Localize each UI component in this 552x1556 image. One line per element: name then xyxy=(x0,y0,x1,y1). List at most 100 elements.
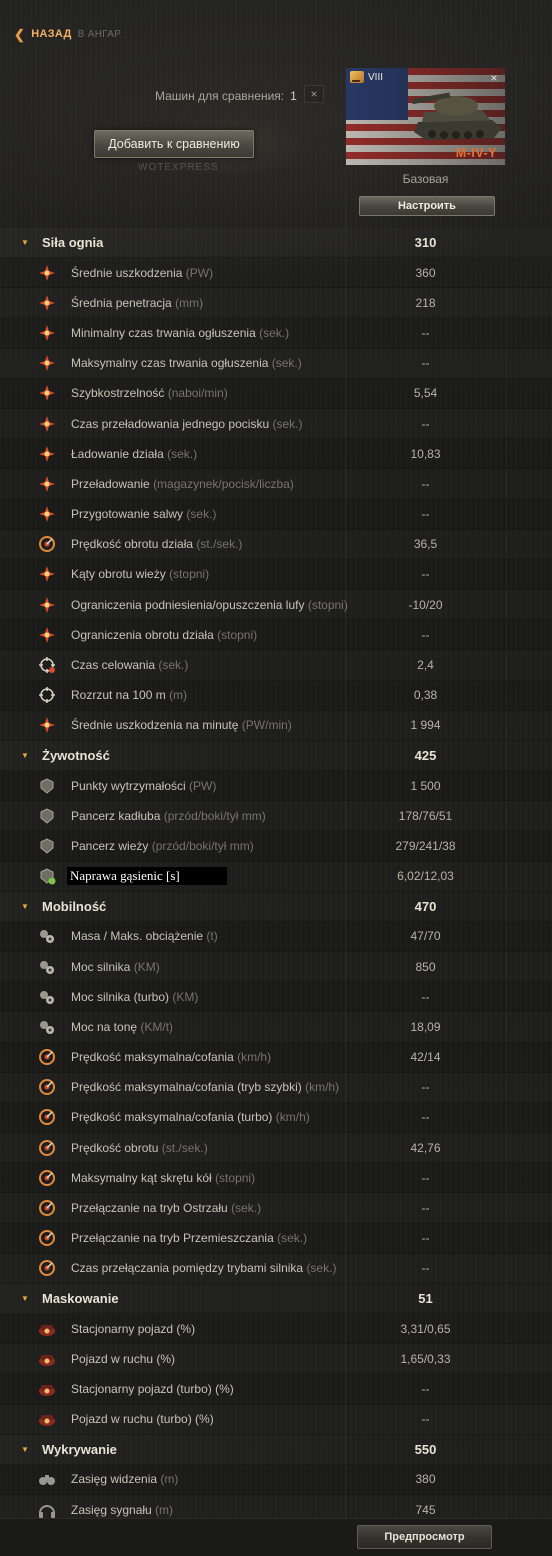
section-header-0[interactable]: ▼ Siła ognia 310 xyxy=(0,228,552,258)
stat-value: 0,38 xyxy=(413,688,438,703)
stat-label-text: Ograniczenia obrotu działa xyxy=(71,627,214,642)
back-label: НАЗАД xyxy=(31,28,72,40)
collapse-arrow-icon[interactable]: ▼ xyxy=(21,1294,29,1303)
magazine-icon xyxy=(36,474,58,494)
stat-unit: (sek.) xyxy=(277,1231,308,1246)
stat-value: 47/70 xyxy=(410,929,441,944)
rate-of-fire-icon xyxy=(36,383,58,403)
elevation-icon xyxy=(36,595,58,615)
collapse-arrow-icon[interactable]: ▼ xyxy=(21,902,29,911)
stat-value: 1 994 xyxy=(410,718,441,733)
stat-unit: (PW) xyxy=(189,778,217,793)
stat-label-text: Zasięg sygnału xyxy=(71,1502,152,1517)
stat-unit: (stopni) xyxy=(307,597,348,612)
vehicle-config: Базовая xyxy=(402,172,449,186)
stat-label: Masa / Maks. obciążenie (t) xyxy=(71,929,218,943)
stat-label-text: Prędkość maksymalna/cofania xyxy=(71,1050,234,1065)
stat-value: -- xyxy=(421,1080,430,1095)
speed-fast-icon xyxy=(36,1077,58,1097)
add-to-compare-button[interactable]: Добавить к сравнению xyxy=(94,130,254,158)
setup-button[interactable]: Настроить xyxy=(359,196,495,216)
speed-icon xyxy=(36,1047,58,1067)
stat-label: Średnie uszkodzenia na minutę (PW/min) xyxy=(71,718,292,732)
section-score: 550 xyxy=(414,1441,437,1457)
stat-label: Szybkostrzelność (naboi/min) xyxy=(71,386,228,400)
section-name: Maskowanie xyxy=(42,1291,119,1306)
stat-label-text: Kąty obrotu wieży xyxy=(71,567,166,582)
stat-unit: (sek.) xyxy=(306,1261,337,1276)
stat-unit: (naboi/min) xyxy=(167,386,228,401)
stat-row: Czas celowania (sek.) 2,4 xyxy=(0,650,552,681)
compare-count-value: 1 xyxy=(290,89,297,103)
stun-min-icon xyxy=(36,323,58,343)
clear-compare-button[interactable]: × xyxy=(304,85,324,103)
breadcrumb[interactable]: В АНГАР xyxy=(78,29,122,40)
power-ratio-icon xyxy=(36,1017,58,1037)
vehicle-image[interactable]: VIII × M-IV-Y xyxy=(346,68,505,165)
close-icon[interactable]: × xyxy=(486,71,502,85)
stat-unit: (PW/min) xyxy=(241,718,292,733)
stat-label-text: Moc silnika (turbo) xyxy=(71,989,170,1004)
stat-label: Prędkość maksymalna/cofania (tryb szybki… xyxy=(71,1080,339,1094)
stat-row: Minimalny czas trwania ogłuszenia (sek.)… xyxy=(0,318,552,349)
dpm-icon xyxy=(36,715,58,735)
watermark-text: WOTEXPRESS xyxy=(138,162,219,173)
stat-row: Przygotowanie salwy (sek.) -- xyxy=(0,500,552,530)
stat-unit: (sek.) xyxy=(259,325,290,340)
stat-row: Pojazd w ruchu (turbo) (%) -- xyxy=(0,1405,552,1435)
section-header-3[interactable]: ▼ Maskowanie 51 xyxy=(0,1284,552,1314)
turret-armor-icon xyxy=(36,836,58,856)
stat-row: Przełączanie na tryb Ostrzału (sek.) -- xyxy=(0,1193,552,1224)
section-name: Mobilność xyxy=(42,898,107,914)
stat-value: -- xyxy=(421,507,430,522)
stat-value: 6,02/12,03 xyxy=(397,869,454,884)
stat-label-text: Maksymalny czas trwania ogłuszenia xyxy=(71,356,269,371)
stat-unit: (t) xyxy=(206,929,218,944)
stat-row: Prędkość maksymalna/cofania (turbo) (km/… xyxy=(0,1103,552,1134)
stat-unit: (KM/t) xyxy=(140,1019,174,1034)
stat-label-text: Masa / Maks. obciążenie xyxy=(71,929,204,944)
stat-value: -- xyxy=(421,1170,430,1185)
shell-reload-icon xyxy=(36,414,58,434)
stat-row: Masa / Maks. obciążenie (t) 47/70 xyxy=(0,922,552,952)
section-header-1[interactable]: ▼ Żywotność 425 xyxy=(0,741,552,771)
stat-label: Kąty obrotu wieży (stopni) xyxy=(71,567,209,581)
stat-label: Przeładowanie (magazynek/pocisk/liczba) xyxy=(71,477,294,491)
stat-label: Zasięg sygnału (m) xyxy=(71,1503,173,1517)
stat-unit: (stopni) xyxy=(215,1170,256,1185)
stat-unit: (mm) xyxy=(175,295,204,310)
stat-row: Czas przeładowania jednego pocisku (sek.… xyxy=(0,409,552,440)
stat-value: -- xyxy=(421,627,430,642)
collapse-arrow-icon[interactable]: ▼ xyxy=(21,1445,29,1454)
stat-unit: (sek.) xyxy=(271,356,302,371)
stat-unit: (km/h) xyxy=(275,1110,310,1125)
stat-label: Stacjonarny pojazd (%) xyxy=(71,1322,195,1336)
stat-label: Moc silnika (turbo) (KM) xyxy=(71,990,198,1004)
stat-label: Pojazd w ruchu (turbo) (%) xyxy=(71,1412,214,1426)
section-header-2[interactable]: ▼ Mobilność 470 xyxy=(0,891,552,922)
stat-label-text: Czas celowania xyxy=(71,658,156,673)
stat-label: Rozrzut na 100 m (m) xyxy=(71,688,187,702)
hit-points-icon xyxy=(36,776,58,796)
preview-button[interactable]: Предпросмотр xyxy=(357,1525,492,1549)
siege-mode-icon xyxy=(36,1198,58,1218)
stat-value: -- xyxy=(421,567,430,582)
vehicle-card: VIII × M-IV-Y Базовая Настроить xyxy=(345,66,506,228)
top-nav: ❮ НАЗАД В АНГАР xyxy=(14,26,121,42)
aim-time-icon xyxy=(36,655,58,675)
stat-label: Przełączanie na tryb Przemieszczania (se… xyxy=(71,1231,307,1245)
stat-label-text: Punkty wytrzymałości xyxy=(71,778,186,793)
stat-value: 2,4 xyxy=(417,658,434,673)
stat-label: Prędkość maksymalna/cofania (turbo) (km/… xyxy=(71,1110,310,1124)
back-button[interactable]: ❮ НАЗАД xyxy=(14,28,72,41)
stat-row: Rozrzut na 100 m (m) 0,38 xyxy=(0,681,552,711)
section-name: Żywotność xyxy=(42,748,110,763)
stat-value: -10/20 xyxy=(408,597,443,612)
collapse-arrow-icon[interactable]: ▼ xyxy=(21,238,29,247)
section-header-4[interactable]: ▼ Wykrywanie 550 xyxy=(0,1434,552,1465)
collapse-arrow-icon[interactable]: ▼ xyxy=(21,751,29,760)
stat-row: Kąty obrotu wieży (stopni) -- xyxy=(0,560,552,591)
stat-label: Naprawa gąsienic [s] xyxy=(67,867,227,886)
engine-turbo-icon xyxy=(36,987,58,1007)
stat-label-text: Średnia penetracja xyxy=(71,295,172,310)
